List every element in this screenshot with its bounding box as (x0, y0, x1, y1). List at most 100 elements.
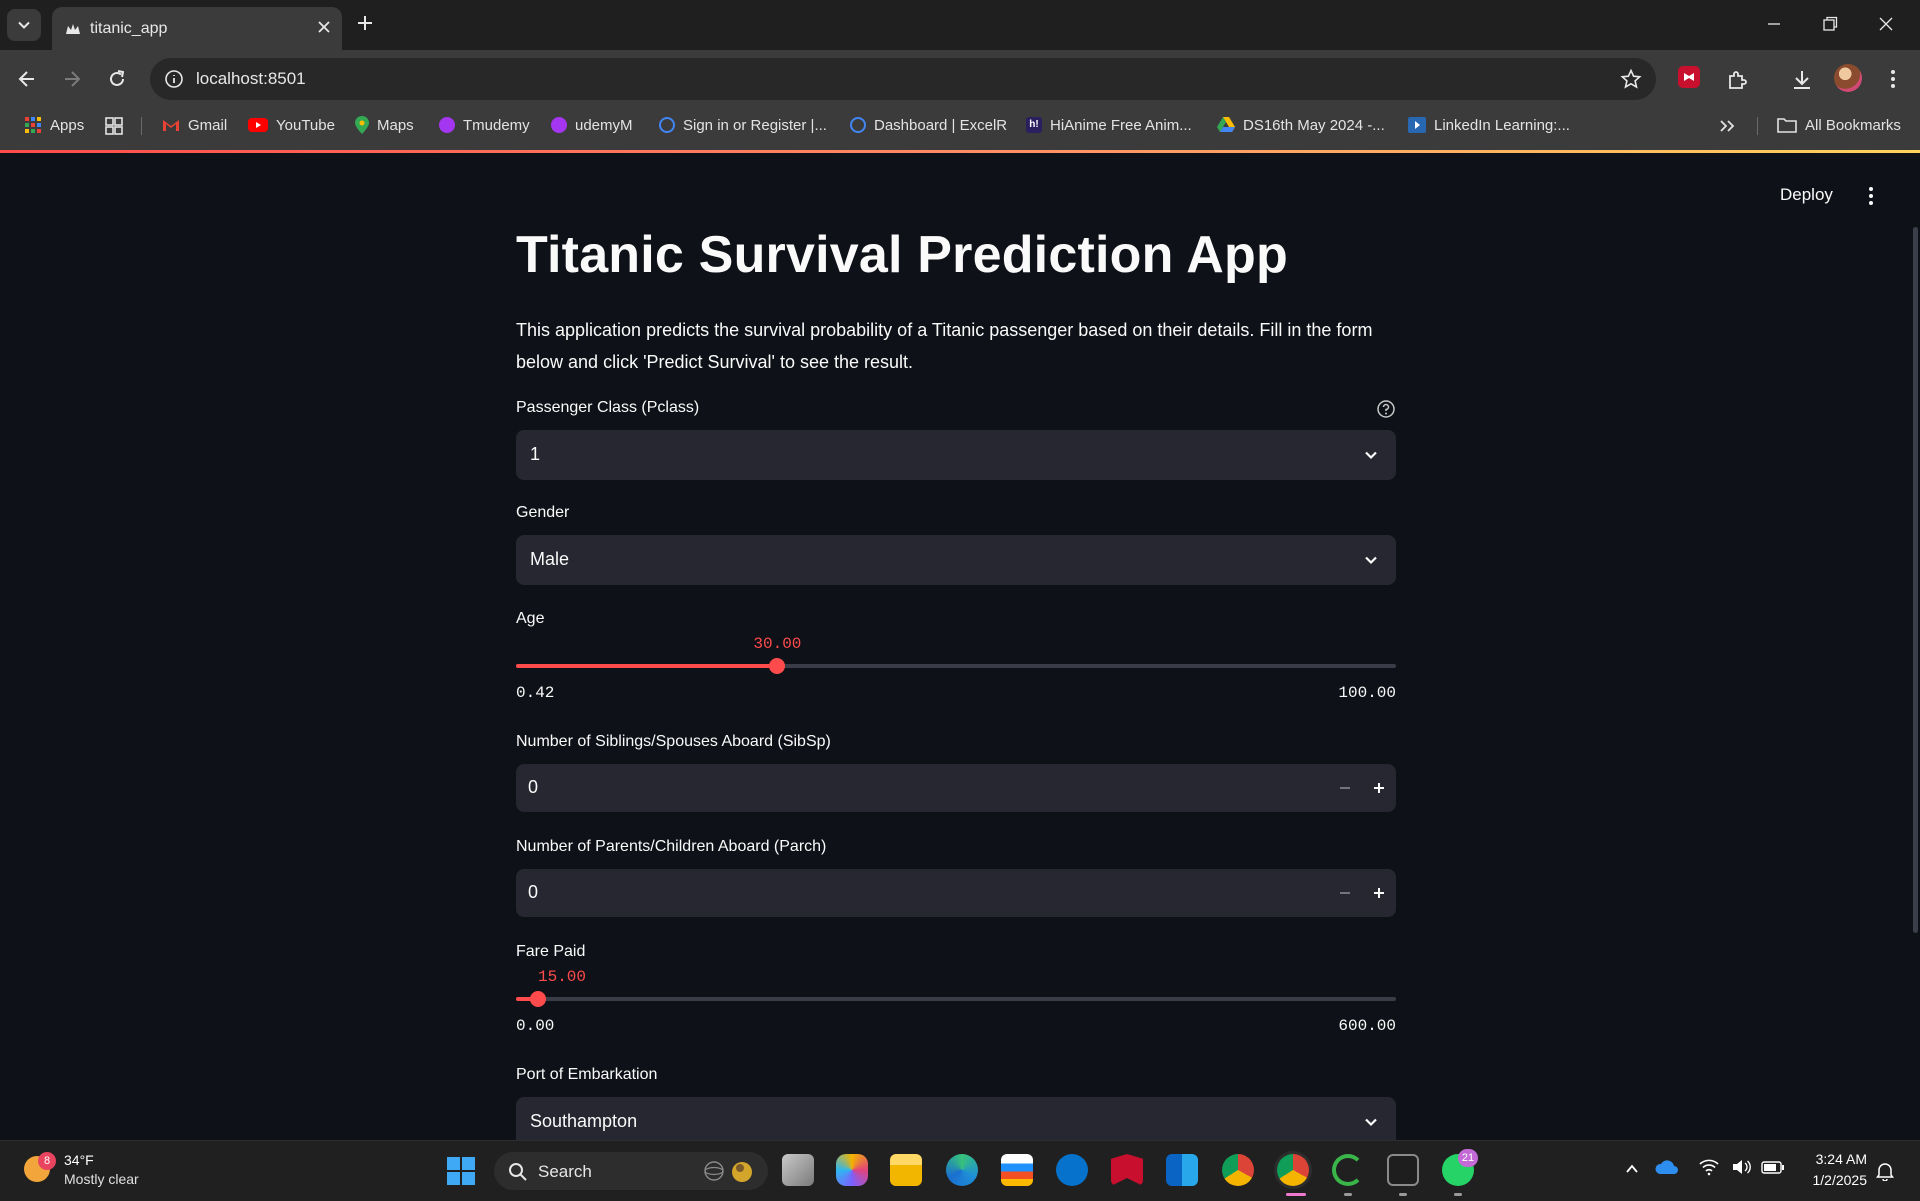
parch-label: Number of Parents/Children Aboard (Parch… (516, 838, 827, 855)
battery-icon[interactable] (1761, 1161, 1785, 1174)
site-info-icon[interactable] (164, 69, 184, 89)
outlook-icon[interactable] (1166, 1154, 1198, 1186)
bookmark-label: DS16th May 2024 -... (1243, 116, 1385, 134)
hianime-icon: h! (1026, 117, 1042, 133)
bookmark-linkedin-learning[interactable]: LinkedIn Learning:... (1408, 108, 1570, 142)
age-slider-thumb[interactable] (769, 658, 786, 674)
chrome-profile-icon[interactable] (1277, 1154, 1309, 1186)
bookmark-maps[interactable]: Maps (355, 108, 414, 142)
maps-pin-icon (355, 116, 369, 134)
all-bookmarks-button[interactable]: All Bookmarks (1777, 108, 1901, 142)
bookmark-sign-in[interactable]: Sign in or Register |... (659, 108, 827, 142)
extensions-puzzle-icon[interactable] (1725, 68, 1749, 92)
close-tab-icon[interactable] (316, 19, 332, 35)
new-tab-icon[interactable] (355, 13, 375, 33)
bookmark-gmail[interactable]: Gmail (162, 108, 227, 142)
reload-icon[interactable] (106, 68, 128, 90)
bookmark-label: Gmail (188, 116, 228, 134)
tab-groups-icon[interactable] (104, 116, 124, 136)
gmail-icon (163, 120, 179, 131)
onedrive-icon[interactable] (1655, 1159, 1679, 1175)
mcafee-icon[interactable] (1111, 1154, 1143, 1186)
parch-decrement-button[interactable] (1328, 869, 1362, 917)
plus-icon (1374, 783, 1384, 793)
browser-menu-icon[interactable] (1883, 68, 1903, 90)
search-highlight-icon (704, 1161, 752, 1182)
sibsp-increment-button[interactable] (1362, 764, 1396, 812)
sibsp-decrement-button[interactable] (1328, 764, 1362, 812)
profile-avatar[interactable] (1834, 64, 1862, 92)
terminal-icon[interactable] (1387, 1154, 1419, 1186)
microsoft-store-icon[interactable] (1001, 1154, 1033, 1186)
bookmark-tmudemy[interactable]: Tmudemy (439, 108, 530, 142)
restore-icon[interactable] (1820, 14, 1840, 34)
notification-bell-icon[interactable] (1876, 1161, 1894, 1181)
wifi-icon[interactable] (1699, 1158, 1719, 1176)
main-menu-icon[interactable] (1863, 185, 1879, 207)
bookmarks-bar: Apps Gmail YouTube Maps Tmudemy udemyM S… (0, 108, 1920, 150)
bookmark-hianime[interactable]: h! HiAnime Free Anim... (1026, 108, 1192, 142)
minimize-icon[interactable] (1764, 14, 1784, 34)
fare-slider-thumb[interactable] (530, 991, 546, 1007)
bookmark-star-icon[interactable] (1620, 68, 1642, 90)
file-explorer-icon[interactable] (890, 1154, 922, 1186)
volume-icon[interactable] (1731, 1159, 1751, 1175)
excelr-icon (659, 117, 675, 133)
pclass-select[interactable]: 1 (516, 430, 1396, 480)
bookmark-udemym[interactable]: udemyM (551, 108, 633, 142)
tab-title: titanic_app (90, 20, 168, 37)
intro-text: This application predicts the survival p… (516, 320, 1373, 372)
browser-tab-active[interactable]: titanic_app (52, 7, 342, 50)
plus-icon (1374, 888, 1384, 898)
anaconda-icon[interactable] (1332, 1154, 1364, 1186)
close-window-icon[interactable] (1876, 14, 1896, 34)
minus-icon (1340, 787, 1350, 789)
running-app-indicator (1344, 1193, 1352, 1196)
gender-select[interactable]: Male (516, 535, 1396, 585)
bookmark-apps[interactable]: Apps (24, 108, 84, 142)
pclass-label: Passenger Class (Pclass) (516, 399, 700, 416)
bookmarks-divider (1757, 117, 1758, 135)
bookmark-dashboard[interactable]: Dashboard | ExcelR (850, 108, 1007, 142)
weather-widget[interactable]: 8 34°F Mostly clear (22, 1151, 182, 1191)
bookmark-label: udemyM (575, 116, 633, 134)
downloads-icon[interactable] (1790, 68, 1814, 92)
clock-time[interactable]: 3:24 AM (1795, 1151, 1867, 1167)
back-icon[interactable] (16, 68, 38, 90)
age-slider-track[interactable] (516, 658, 1396, 674)
help-icon[interactable] (1376, 399, 1396, 419)
deploy-button[interactable]: Deploy (1780, 185, 1833, 205)
forward-icon[interactable] (61, 68, 83, 90)
chevron-up-icon[interactable] (1624, 1161, 1640, 1177)
bookmark-youtube[interactable]: YouTube (248, 108, 335, 142)
fare-slider-min: 0.00 (516, 1017, 555, 1035)
dell-icon[interactable] (1056, 1154, 1088, 1186)
parch-increment-button[interactable] (1362, 869, 1396, 917)
copilot-icon[interactable] (836, 1154, 868, 1186)
windows-start-icon[interactable] (446, 1156, 476, 1186)
more-bookmarks-icon[interactable] (1718, 118, 1736, 134)
chrome-icon[interactable] (1222, 1154, 1254, 1186)
url-text[interactable]: localhost:8501 (196, 69, 306, 89)
taskbar-search[interactable]: Search (494, 1152, 768, 1190)
gender-value: Male (530, 549, 570, 569)
clock-date[interactable]: 1/2/2025 (1795, 1172, 1868, 1188)
parch-value[interactable]: 0 (528, 882, 538, 903)
address-bar[interactable]: localhost:8501 (150, 58, 1656, 100)
mcafee-extension-icon[interactable] (1678, 66, 1700, 88)
bookmark-ds16th[interactable]: DS16th May 2024 -... (1217, 108, 1385, 142)
task-view-icon[interactable] (782, 1154, 814, 1186)
edge-icon[interactable] (946, 1154, 978, 1186)
embarked-select[interactable]: Southampton (516, 1097, 1396, 1140)
fare-slider-track[interactable] (516, 991, 1396, 1007)
age-slider-max: 100.00 (1338, 684, 1396, 702)
minus-icon (1340, 892, 1350, 894)
page-scrollbar[interactable] (1913, 227, 1918, 933)
udemy-icon (551, 117, 567, 133)
weather-description: Mostly clear (64, 1171, 139, 1187)
tab-search-button[interactable] (7, 9, 41, 41)
sibsp-number-input[interactable]: 0 (516, 764, 1396, 812)
parch-number-input[interactable]: 0 (516, 869, 1396, 917)
fare-slider-value: 15.00 (538, 968, 587, 986)
sibsp-value[interactable]: 0 (528, 777, 538, 798)
